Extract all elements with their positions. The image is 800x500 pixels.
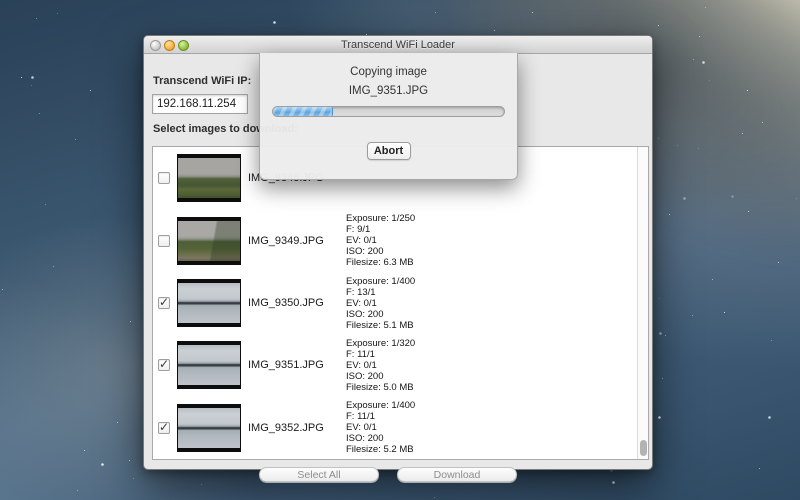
scrollbar[interactable] xyxy=(637,147,648,459)
image-thumbnail xyxy=(177,341,241,389)
exif-detail: Exposure: 1/400 xyxy=(346,400,415,411)
exif-detail: Filesize: 5.1 MB xyxy=(346,320,415,331)
scrollbar-thumb[interactable] xyxy=(640,440,647,456)
exif-details: Exposure: 1/400F: 13/1EV: 0/1ISO: 200Fil… xyxy=(346,276,415,331)
exif-details: Exposure: 1/250F: 9/1EV: 0/1ISO: 200File… xyxy=(346,213,415,268)
image-thumbnail xyxy=(177,217,241,265)
list-item[interactable]: IMG_9349.JPG Exposure: 1/250F: 9/1EV: 0/… xyxy=(153,209,638,271)
exif-detail: Exposure: 1/250 xyxy=(346,213,415,224)
image-checkbox[interactable] xyxy=(158,359,170,371)
desktop-wallpaper: Transcend WiFi Loader Transcend WiFi IP:… xyxy=(0,0,800,500)
image-filename: IMG_9350.JPG xyxy=(248,297,346,309)
image-thumbnail xyxy=(177,279,241,327)
exif-detail: ISO: 200 xyxy=(346,309,415,320)
exif-detail: F: 13/1 xyxy=(346,287,415,298)
list-item[interactable]: IMG_9351.JPG Exposure: 1/320F: 11/1EV: 0… xyxy=(153,334,638,396)
exif-detail: EV: 0/1 xyxy=(346,298,415,309)
dialog-filename: IMG_9351.JPG xyxy=(260,85,517,97)
list-item[interactable]: IMG_9350.JPG Exposure: 1/400F: 13/1EV: 0… xyxy=(153,272,638,334)
image-checkbox[interactable] xyxy=(158,172,170,184)
exif-details: Exposure: 1/320F: 11/1EV: 0/1ISO: 200Fil… xyxy=(346,338,415,393)
exif-detail: ISO: 200 xyxy=(346,433,415,444)
exif-detail: Exposure: 1/400 xyxy=(346,276,415,287)
image-checkbox[interactable] xyxy=(158,297,170,309)
exif-detail: F: 11/1 xyxy=(346,411,415,422)
list-item[interactable]: IMG_9352.JPG Exposure: 1/400F: 11/1EV: 0… xyxy=(153,397,638,459)
image-filename: IMG_9352.JPG xyxy=(248,422,346,434)
exif-detail: Filesize: 5.2 MB xyxy=(346,444,415,455)
image-list-rows: IMG_9348.JPG IMG_9349.JPG Exposure: 1/25… xyxy=(153,147,638,459)
window-titlebar[interactable]: Transcend WiFi Loader xyxy=(144,36,652,54)
abort-button[interactable]: Abort xyxy=(367,142,411,160)
image-filename: IMG_9351.JPG xyxy=(248,359,346,371)
exif-details: Exposure: 1/400F: 11/1EV: 0/1ISO: 200Fil… xyxy=(346,400,415,455)
exif-detail: Exposure: 1/320 xyxy=(346,338,415,349)
ip-label: Transcend WiFi IP: xyxy=(153,75,251,87)
image-filename: IMG_9349.JPG xyxy=(248,235,346,247)
window-title: Transcend WiFi Loader xyxy=(144,36,652,54)
download-button[interactable]: Download xyxy=(397,467,517,482)
progress-fill xyxy=(273,107,333,116)
exif-detail: EV: 0/1 xyxy=(346,422,415,433)
app-window: Transcend WiFi Loader Transcend WiFi IP:… xyxy=(143,35,653,470)
exif-detail: F: 11/1 xyxy=(346,349,415,360)
image-list[interactable]: IMG_9348.JPG IMG_9349.JPG Exposure: 1/25… xyxy=(152,146,649,460)
copy-progress-dialog: Copying image IMG_9351.JPG Abort xyxy=(259,53,518,180)
image-checkbox[interactable] xyxy=(158,422,170,434)
ip-input[interactable] xyxy=(152,94,248,114)
image-thumbnail xyxy=(177,404,241,452)
exif-detail: EV: 0/1 xyxy=(346,360,415,371)
select-all-button[interactable]: Select All xyxy=(259,467,379,482)
image-checkbox[interactable] xyxy=(158,235,170,247)
exif-detail: ISO: 200 xyxy=(346,246,415,257)
exif-detail: Filesize: 6.3 MB xyxy=(346,257,415,268)
exif-detail: F: 9/1 xyxy=(346,224,415,235)
image-thumbnail xyxy=(177,154,241,202)
exif-detail: Filesize: 5.0 MB xyxy=(346,382,415,393)
exif-detail: ISO: 200 xyxy=(346,371,415,382)
progress-bar xyxy=(272,106,505,117)
exif-detail: EV: 0/1 xyxy=(346,235,415,246)
dialog-title: Copying image xyxy=(260,66,517,78)
